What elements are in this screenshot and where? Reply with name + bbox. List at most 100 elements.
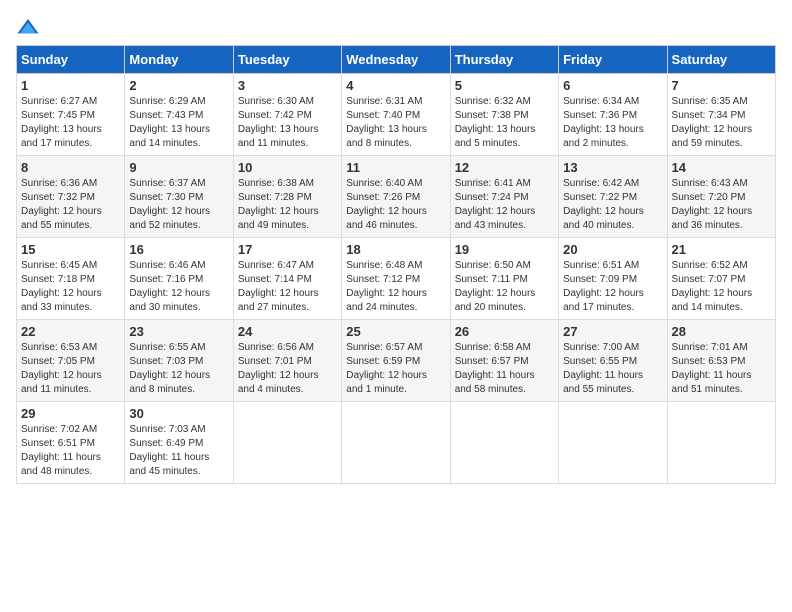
calendar-cell: 12 Sunrise: 6:41 AMSunset: 7:24 PMDayligh… bbox=[450, 156, 558, 238]
day-number: 2 bbox=[129, 78, 228, 93]
calendar-cell: 23 Sunrise: 6:55 AMSunset: 7:03 PMDayligh… bbox=[125, 320, 233, 402]
day-number: 11 bbox=[346, 160, 445, 175]
calendar-cell: 8Sunrise: 6:36 AMSunset: 7:32 PMDaylight… bbox=[17, 156, 125, 238]
day-number: 15 bbox=[21, 242, 120, 257]
calendar-cell: 21 Sunrise: 6:52 AMSunset: 7:07 PMDayligh… bbox=[667, 238, 775, 320]
cell-text: Sunrise: 6:53 AMSunset: 7:05 PMDaylight:… bbox=[21, 342, 102, 395]
week-row-4: 22 Sunrise: 6:53 AMSunset: 7:05 PMDayligh… bbox=[17, 320, 776, 402]
calendar-cell: 4 Sunrise: 6:31 AMSunset: 7:40 PMDaylight… bbox=[342, 74, 450, 156]
day-number: 10 bbox=[238, 160, 337, 175]
cell-text: Sunrise: 6:37 AMSunset: 7:30 PMDaylight:… bbox=[129, 178, 210, 231]
calendar-cell bbox=[233, 402, 341, 484]
page-header bbox=[16, 16, 776, 37]
day-number: 20 bbox=[563, 242, 662, 257]
week-row-5: 29 Sunrise: 7:02 AMSunset: 6:51 PMDayligh… bbox=[17, 402, 776, 484]
day-number: 21 bbox=[672, 242, 771, 257]
cell-text: Sunrise: 6:58 AMSunset: 6:57 PMDaylight:… bbox=[455, 342, 535, 395]
cell-text: Sunrise: 7:02 AMSunset: 6:51 PMDaylight:… bbox=[21, 424, 101, 477]
calendar-header-row: SundayMondayTuesdayWednesdayThursdayFrid… bbox=[17, 46, 776, 74]
cell-text: Sunrise: 6:43 AMSunset: 7:20 PMDaylight:… bbox=[672, 178, 753, 231]
cell-text: Sunrise: 6:34 AMSunset: 7:36 PMDaylight:… bbox=[563, 96, 644, 149]
day-number: 25 bbox=[346, 324, 445, 339]
calendar-cell: 3 Sunrise: 6:30 AMSunset: 7:42 PMDaylight… bbox=[233, 74, 341, 156]
cell-text: Sunrise: 6:31 AMSunset: 7:40 PMDaylight:… bbox=[346, 96, 427, 149]
day-number: 14 bbox=[672, 160, 771, 175]
calendar-table: SundayMondayTuesdayWednesdayThursdayFrid… bbox=[16, 45, 776, 484]
day-number: 7 bbox=[672, 78, 771, 93]
calendar-cell: 29 Sunrise: 7:02 AMSunset: 6:51 PMDayligh… bbox=[17, 402, 125, 484]
day-number: 3 bbox=[238, 78, 337, 93]
cell-text: Sunrise: 6:35 AMSunset: 7:34 PMDaylight:… bbox=[672, 96, 753, 149]
header-thursday: Thursday bbox=[450, 46, 558, 74]
cell-text: Sunrise: 6:27 AMSunset: 7:45 PMDaylight:… bbox=[21, 96, 102, 149]
day-number: 9 bbox=[129, 160, 228, 175]
calendar-cell bbox=[559, 402, 667, 484]
day-number: 13 bbox=[563, 160, 662, 175]
calendar-cell: 16Sunrise: 6:46 AMSunset: 7:16 PMDayligh… bbox=[125, 238, 233, 320]
header-tuesday: Tuesday bbox=[233, 46, 341, 74]
calendar-cell: 14 Sunrise: 6:43 AMSunset: 7:20 PMDayligh… bbox=[667, 156, 775, 238]
calendar-cell bbox=[667, 402, 775, 484]
logo bbox=[16, 16, 44, 37]
calendar-cell: 20 Sunrise: 6:51 AMSunset: 7:09 PMDayligh… bbox=[559, 238, 667, 320]
cell-text: Sunrise: 6:57 AMSunset: 6:59 PMDaylight:… bbox=[346, 342, 427, 395]
calendar-cell: 6 Sunrise: 6:34 AMSunset: 7:36 PMDaylight… bbox=[559, 74, 667, 156]
day-number: 22 bbox=[21, 324, 120, 339]
day-number: 17 bbox=[238, 242, 337, 257]
calendar-cell: 7 Sunrise: 6:35 AMSunset: 7:34 PMDaylight… bbox=[667, 74, 775, 156]
calendar-cell: 19 Sunrise: 6:50 AMSunset: 7:11 PMDayligh… bbox=[450, 238, 558, 320]
calendar-cell: 2Sunrise: 6:29 AMSunset: 7:43 PMDaylight… bbox=[125, 74, 233, 156]
day-number: 6 bbox=[563, 78, 662, 93]
week-row-2: 8Sunrise: 6:36 AMSunset: 7:32 PMDaylight… bbox=[17, 156, 776, 238]
calendar-cell: 18 Sunrise: 6:48 AMSunset: 7:12 PMDayligh… bbox=[342, 238, 450, 320]
calendar-cell: 5 Sunrise: 6:32 AMSunset: 7:38 PMDaylight… bbox=[450, 74, 558, 156]
calendar-cell: 28Sunrise: 7:01 AMSunset: 6:53 PMDayligh… bbox=[667, 320, 775, 402]
cell-text: Sunrise: 6:38 AMSunset: 7:28 PMDaylight:… bbox=[238, 178, 319, 231]
cell-text: Sunrise: 7:03 AMSunset: 6:49 PMDaylight:… bbox=[129, 424, 209, 477]
day-number: 5 bbox=[455, 78, 554, 93]
header-monday: Monday bbox=[125, 46, 233, 74]
calendar-cell bbox=[450, 402, 558, 484]
calendar-cell: 27Sunrise: 7:00 AMSunset: 6:55 PMDayligh… bbox=[559, 320, 667, 402]
calendar-cell: 26 Sunrise: 6:58 AMSunset: 6:57 PMDayligh… bbox=[450, 320, 558, 402]
header-wednesday: Wednesday bbox=[342, 46, 450, 74]
logo-icon bbox=[16, 17, 40, 37]
calendar-cell: 9 Sunrise: 6:37 AMSunset: 7:30 PMDaylight… bbox=[125, 156, 233, 238]
day-number: 18 bbox=[346, 242, 445, 257]
day-number: 16 bbox=[129, 242, 228, 257]
calendar-cell: 22 Sunrise: 6:53 AMSunset: 7:05 PMDayligh… bbox=[17, 320, 125, 402]
cell-text: Sunrise: 6:47 AMSunset: 7:14 PMDaylight:… bbox=[238, 260, 319, 313]
cell-text: Sunrise: 6:50 AMSunset: 7:11 PMDaylight:… bbox=[455, 260, 536, 313]
week-row-1: 1 Sunrise: 6:27 AMSunset: 7:45 PMDaylight… bbox=[17, 74, 776, 156]
header-sunday: Sunday bbox=[17, 46, 125, 74]
day-number: 1 bbox=[21, 78, 120, 93]
calendar-cell: 13 Sunrise: 6:42 AMSunset: 7:22 PMDayligh… bbox=[559, 156, 667, 238]
cell-text: Sunrise: 7:00 AMSunset: 6:55 PMDaylight:… bbox=[563, 342, 643, 395]
calendar-cell: 10 Sunrise: 6:38 AMSunset: 7:28 PMDayligh… bbox=[233, 156, 341, 238]
day-number: 12 bbox=[455, 160, 554, 175]
cell-text: Sunrise: 6:32 AMSunset: 7:38 PMDaylight:… bbox=[455, 96, 536, 149]
calendar-cell: 15 Sunrise: 6:45 AMSunset: 7:18 PMDayligh… bbox=[17, 238, 125, 320]
day-number: 23 bbox=[129, 324, 228, 339]
cell-text: Sunrise: 6:48 AMSunset: 7:12 PMDaylight:… bbox=[346, 260, 427, 313]
cell-text: Sunrise: 6:52 AMSunset: 7:07 PMDaylight:… bbox=[672, 260, 753, 313]
cell-text: Sunrise: 6:30 AMSunset: 7:42 PMDaylight:… bbox=[238, 96, 319, 149]
cell-text: Sunrise: 6:42 AMSunset: 7:22 PMDaylight:… bbox=[563, 178, 644, 231]
cell-text: Sunrise: 6:55 AMSunset: 7:03 PMDaylight:… bbox=[129, 342, 210, 395]
day-number: 28 bbox=[672, 324, 771, 339]
cell-text: Sunrise: 6:45 AMSunset: 7:18 PMDaylight:… bbox=[21, 260, 102, 313]
day-number: 26 bbox=[455, 324, 554, 339]
cell-text: Sunrise: 6:36 AMSunset: 7:32 PMDaylight:… bbox=[21, 178, 102, 231]
cell-text: Sunrise: 6:51 AMSunset: 7:09 PMDaylight:… bbox=[563, 260, 644, 313]
day-number: 29 bbox=[21, 406, 120, 421]
calendar-cell: 25 Sunrise: 6:57 AMSunset: 6:59 PMDayligh… bbox=[342, 320, 450, 402]
calendar-cell: 24Sunrise: 6:56 AMSunset: 7:01 PMDayligh… bbox=[233, 320, 341, 402]
day-number: 30 bbox=[129, 406, 228, 421]
day-number: 19 bbox=[455, 242, 554, 257]
cell-text: Sunrise: 6:41 AMSunset: 7:24 PMDaylight:… bbox=[455, 178, 536, 231]
calendar-cell: 11 Sunrise: 6:40 AMSunset: 7:26 PMDayligh… bbox=[342, 156, 450, 238]
cell-text: Sunrise: 6:40 AMSunset: 7:26 PMDaylight:… bbox=[346, 178, 427, 231]
day-number: 4 bbox=[346, 78, 445, 93]
calendar-cell: 17 Sunrise: 6:47 AMSunset: 7:14 PMDayligh… bbox=[233, 238, 341, 320]
cell-text: Sunrise: 6:56 AMSunset: 7:01 PMDaylight:… bbox=[238, 342, 319, 395]
